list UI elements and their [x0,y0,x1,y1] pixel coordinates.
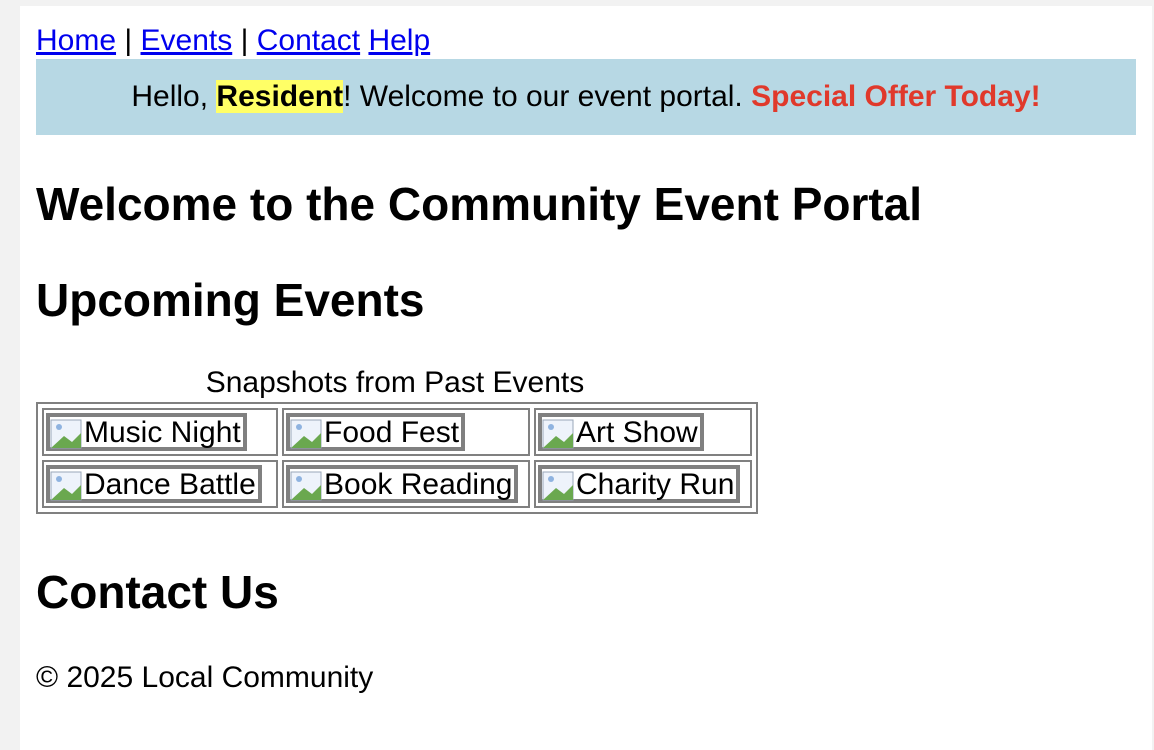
image-alt-text: Art Show [576,416,698,449]
special-offer-text: Special Offer Today! [751,80,1041,113]
banner-greeting: Hello, [131,80,217,113]
image-alt-text: Book Reading [324,468,513,501]
gallery-cell: Charity Run [534,460,752,508]
past-events-gallery: Music Night Food Fest Art Show Dance Bat… [36,402,758,514]
gallery-cell: Food Fest [282,408,530,456]
banner-user-name: Resident [216,80,344,113]
top-nav: Home | Events | Contact Help [36,24,430,58]
broken-image-icon [290,471,322,501]
gallery-image-book-reading[interactable]: Book Reading [286,465,519,503]
page: Home | Events | Contact Help Hello, Resi… [20,6,1152,750]
gallery-cell: Music Night [42,408,278,456]
welcome-banner: Hello, Resident! Welcome to our event po… [36,59,1136,135]
nav-link-contact[interactable]: Contact [257,24,360,57]
gallery-image-charity-run[interactable]: Charity Run [538,465,741,503]
gallery-row: Music Night Food Fest Art Show [42,408,752,456]
broken-image-icon [50,419,82,449]
gallery-cell: Dance Battle [42,460,278,508]
contact-us-heading: Contact Us [36,566,279,618]
image-alt-text: Food Fest [324,416,460,449]
broken-image-icon [50,471,82,501]
gallery-image-food-fest[interactable]: Food Fest [286,413,466,451]
gallery-caption: Snapshots from Past Events [205,366,585,399]
nav-link-home[interactable]: Home [36,24,116,57]
gallery-row: Dance Battle Book Reading Charity Run [42,460,752,508]
gallery-cell: Book Reading [282,460,530,508]
upcoming-events-heading: Upcoming Events [36,274,425,326]
nav-link-events[interactable]: Events [141,24,233,57]
gallery-image-dance-battle[interactable]: Dance Battle [46,465,262,503]
image-alt-text: Charity Run [576,468,735,501]
image-alt-text: Music Night [84,416,241,449]
gallery-cell: Art Show [534,408,752,456]
gallery-image-music-night[interactable]: Music Night [46,413,247,451]
footer-copyright: © 2025 Local Community [36,661,374,694]
broken-image-icon [542,471,574,501]
broken-image-icon [290,419,322,449]
image-alt-text: Dance Battle [84,468,256,501]
nav-link-help[interactable]: Help [368,24,430,57]
gallery-image-art-show[interactable]: Art Show [538,413,704,451]
page-title: Welcome to the Community Event Portal [36,178,923,230]
broken-image-icon [542,419,574,449]
nav-separator: | [124,24,133,57]
banner-message: ! Welcome to our event portal. [343,80,752,113]
nav-separator: | [240,24,249,57]
